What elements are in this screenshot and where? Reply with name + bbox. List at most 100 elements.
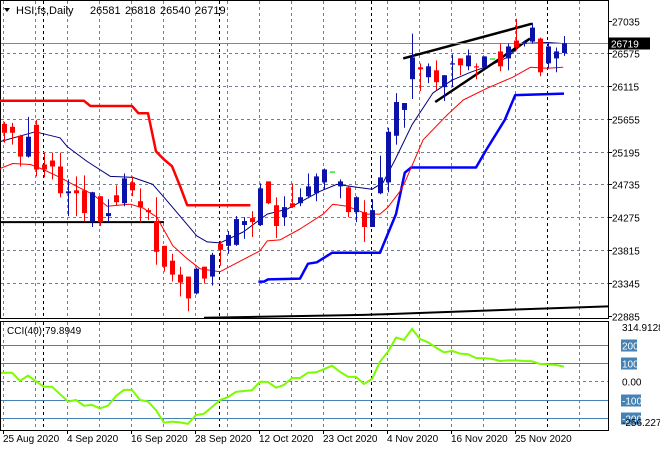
price-chart[interactable]: 2001000.00-100-200314.9128-256.227CCI(40… (0, 0, 660, 450)
candle-body (2, 123, 7, 133)
candle-body (514, 40, 519, 48)
candle-body (506, 46, 511, 59)
candle-body (498, 51, 503, 67)
candle-body (130, 182, 135, 191)
cci-value: 79.8949 (45, 326, 82, 337)
candle-body (234, 219, 239, 245)
cci-level-label: 100 (622, 360, 639, 371)
candle-body (138, 201, 143, 208)
candle-body (266, 181, 271, 204)
price-tick-label: 24275 (612, 214, 640, 225)
candle-body (330, 171, 335, 173)
candle-body (122, 178, 127, 204)
cci-level-label: -100 (622, 397, 642, 408)
date-label: 23 Oct 2020 (323, 434, 378, 445)
candle-body (242, 221, 247, 225)
candle-body (458, 58, 463, 66)
candle-body (26, 136, 31, 157)
candle-body (554, 51, 559, 59)
candle-body (354, 197, 359, 213)
candle[interactable] (538, 37, 543, 77)
price-tick-label: 26575 (612, 50, 640, 61)
candle[interactable] (122, 173, 127, 207)
price-tick-label: 23815 (612, 247, 640, 258)
candle-body (50, 160, 55, 167)
candle[interactable] (34, 119, 39, 177)
candle-body (82, 190, 87, 214)
candle-body (386, 131, 391, 183)
candle-body (250, 218, 255, 223)
candle-body (106, 213, 111, 217)
candle-body (298, 197, 303, 204)
candle-body (290, 203, 295, 208)
date-label: 16 Sep 2020 (131, 434, 188, 445)
candle-body (42, 164, 47, 170)
price-tick-label: 23345 (612, 280, 640, 291)
candle-body (522, 42, 527, 44)
candle-body (370, 210, 375, 227)
price-tick-label: 24735 (612, 181, 640, 192)
candle-body (226, 234, 231, 246)
candle-body (202, 266, 207, 279)
candle-body (426, 66, 431, 78)
candle-body (34, 124, 39, 170)
candle[interactable] (258, 183, 263, 226)
price-tick-label: 27035 (612, 18, 640, 29)
candle-body (378, 177, 383, 194)
high-value: 26818 (125, 5, 156, 17)
candle[interactable] (490, 58, 495, 60)
cci-level-label: 200 (622, 342, 639, 353)
candle-body (18, 135, 23, 157)
candle-body (482, 56, 487, 68)
cci-level-label: 0.00 (622, 378, 642, 389)
candle-body (474, 66, 479, 68)
candle-body (282, 207, 287, 218)
candle-body (346, 187, 351, 213)
candle-body (154, 221, 159, 252)
candle[interactable] (482, 56, 487, 69)
candle-body (218, 243, 223, 250)
date-label: 28 Sep 2020 (195, 434, 252, 445)
candle-body (530, 27, 535, 42)
candle-body (450, 63, 455, 65)
candle-body (418, 67, 423, 70)
price-tick-label: 26115 (612, 83, 640, 94)
candle-body (362, 212, 367, 227)
candle-body (322, 169, 327, 183)
date-label: 25 Aug 2020 (3, 434, 60, 445)
candle-body (274, 205, 279, 226)
price-tick-label: 25195 (612, 149, 640, 160)
candle-body (10, 126, 15, 133)
candle-body (114, 195, 119, 203)
cci-title: CCI(40) (7, 326, 42, 337)
date-label: 25 Nov 2020 (515, 434, 572, 445)
candle-body (490, 58, 495, 60)
candle[interactable] (194, 267, 199, 295)
date-label: 4 Sep 2020 (67, 434, 119, 445)
candle-body (98, 196, 103, 223)
candle[interactable] (98, 196, 103, 226)
cci-axis-max-label: 314.9128 (622, 323, 660, 334)
candle-body (562, 43, 567, 54)
candle-body (402, 103, 407, 110)
candle-body (210, 254, 215, 277)
candle-body (178, 274, 183, 283)
candle[interactable] (330, 171, 335, 173)
candle-body (394, 102, 399, 136)
candle-body (58, 166, 63, 194)
candle-body (146, 210, 151, 213)
chart-window[interactable]: 200 100 0.00 -100 -200 314.9128 -256.227 CCI(40… (0, 0, 660, 450)
candle[interactable] (266, 181, 271, 205)
candle-body (338, 181, 343, 187)
candle-body (546, 46, 551, 64)
candle-body (258, 188, 263, 225)
candle-body (162, 245, 167, 267)
price-tick-label: 22885 (612, 313, 640, 324)
candle-body (434, 70, 439, 83)
candle-body (194, 268, 199, 294)
candle-body (314, 176, 319, 194)
candle-body (66, 191, 71, 194)
candle-body (466, 55, 471, 67)
candle[interactable] (234, 216, 239, 246)
date-label: 16 Nov 2020 (451, 434, 508, 445)
